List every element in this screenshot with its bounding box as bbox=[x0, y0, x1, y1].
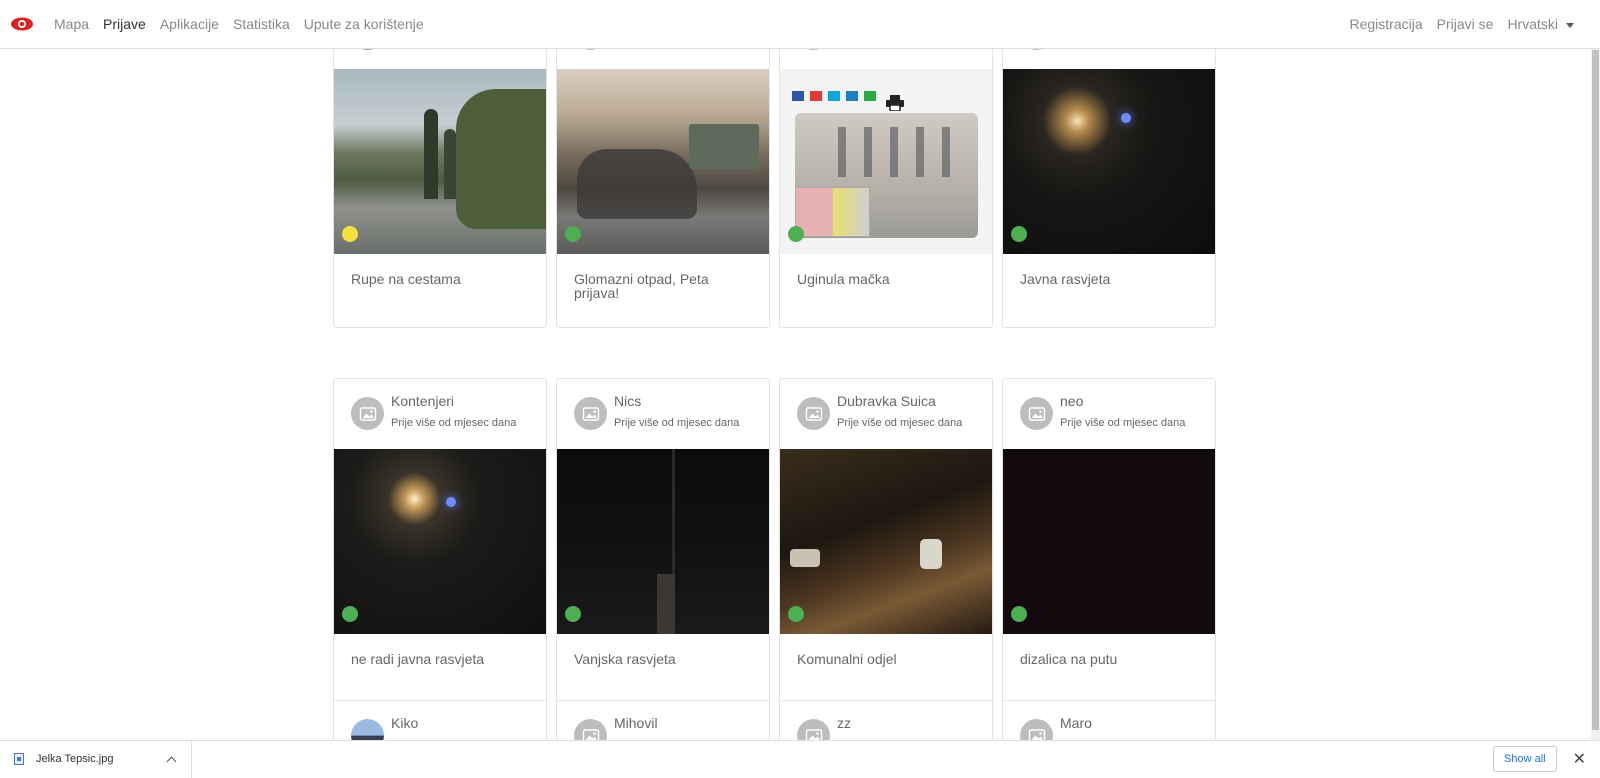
card-title[interactable]: Glomazni otpad, Peta prijava! bbox=[557, 254, 769, 327]
card-author: Kiko bbox=[391, 715, 419, 731]
language-dropdown[interactable]: Hrvatski bbox=[1507, 16, 1574, 32]
caret-down-icon bbox=[1566, 22, 1574, 28]
avatar-placeholder-icon bbox=[797, 397, 830, 430]
download-file-name: Jelka Tepsic.jpg bbox=[36, 753, 114, 765]
card-photo[interactable] bbox=[557, 69, 769, 254]
status-dot bbox=[788, 606, 804, 622]
status-dot bbox=[565, 606, 581, 622]
card-photo[interactable] bbox=[557, 449, 769, 634]
status-dot bbox=[1011, 606, 1027, 622]
card-author: neo bbox=[1060, 393, 1084, 409]
card-header: Nics Prije više od mjesec dana bbox=[557, 379, 769, 449]
card-title[interactable]: Javna rasvjeta bbox=[1003, 254, 1215, 327]
card-author: Dubravka Suica bbox=[837, 393, 936, 409]
card-author: Maro bbox=[1060, 715, 1092, 731]
image-file-icon bbox=[14, 753, 24, 765]
status-dot bbox=[342, 606, 358, 622]
avatar-placeholder-icon bbox=[1020, 397, 1053, 430]
card-author: zz bbox=[837, 715, 851, 731]
nav-link-prijave[interactable]: Prijave bbox=[103, 16, 146, 32]
card-title[interactable]: ne radi javna rasvjeta bbox=[334, 634, 546, 707]
chevron-up-icon[interactable] bbox=[166, 756, 177, 766]
avatar-placeholder-icon bbox=[351, 397, 384, 430]
report-card[interactable]: Dubravka Suica Prije više od mjesec dana K… bbox=[779, 378, 993, 708]
download-bar: Jelka Tepsic.jpg Show all ✕ bbox=[0, 740, 1600, 778]
status-dot bbox=[565, 226, 581, 242]
card-time: Prije više od mjesec dana bbox=[391, 417, 517, 429]
close-icon[interactable]: ✕ bbox=[1573, 749, 1586, 769]
card-title[interactable]: Uginula mačka bbox=[780, 254, 992, 327]
card-author: Kontenjeri bbox=[391, 393, 455, 409]
language-label: Hrvatski bbox=[1507, 16, 1558, 32]
card-photo[interactable] bbox=[1003, 69, 1215, 254]
eye-logo-icon[interactable] bbox=[10, 17, 34, 31]
report-card[interactable]: KontenjeriPrije više od mjesec danaJavna… bbox=[1002, 0, 1216, 328]
card-author: Mihovil bbox=[614, 715, 658, 731]
page-scrollbar[interactable] bbox=[1591, 0, 1600, 740]
color-swatches bbox=[792, 91, 876, 101]
printer-icon[interactable] bbox=[885, 95, 905, 111]
navbar-right: Registracija Prijavi se Hrvatski bbox=[1336, 16, 1574, 32]
nav-link-mapa[interactable]: Mapa bbox=[54, 16, 89, 32]
nav-link-aplikacije[interactable]: Aplikacije bbox=[160, 16, 219, 32]
card-title[interactable]: Vanjska rasvjeta bbox=[557, 634, 769, 707]
card-header: Dubravka Suica Prije više od mjesec dana bbox=[780, 379, 992, 449]
color-swatch[interactable] bbox=[810, 91, 822, 101]
card-header: Kontenjeri Prije više od mjesec dana bbox=[334, 379, 546, 449]
show-all-button[interactable]: Show all bbox=[1493, 746, 1557, 772]
top-navbar: Mapa Prijave Aplikacije Statistika Upute… bbox=[0, 0, 1600, 49]
card-photo[interactable] bbox=[1003, 449, 1215, 634]
nav-link-prijavi-se[interactable]: Prijavi se bbox=[1437, 16, 1494, 32]
color-swatch[interactable] bbox=[828, 91, 840, 101]
color-swatch[interactable] bbox=[864, 91, 876, 101]
card-time: Prije više od mjesec dana bbox=[837, 417, 963, 429]
card-photo[interactable] bbox=[780, 69, 992, 254]
report-card[interactable]: neo Prije više od mjesec dana dizalica na … bbox=[1002, 378, 1216, 708]
card-title[interactable]: Komunalni odjel bbox=[780, 634, 992, 707]
report-card[interactable]: KontenjeriPrije više od mjesec danaGloma… bbox=[556, 0, 770, 328]
nav-link-registracija[interactable]: Registracija bbox=[1350, 16, 1423, 32]
card-header: neo Prije više od mjesec dana bbox=[1003, 379, 1215, 449]
card-title[interactable]: dizalica na putu bbox=[1003, 634, 1215, 707]
card-time: Prije više od mjesec dana bbox=[614, 417, 740, 429]
report-card[interactable]: Kontenjeri Prije više od mjesec dana ne ra… bbox=[333, 378, 547, 708]
card-time: Prije više od mjesec dana bbox=[1060, 417, 1186, 429]
card-author: Nics bbox=[614, 393, 642, 409]
download-item[interactable]: Jelka Tepsic.jpg bbox=[0, 740, 192, 778]
status-dot bbox=[342, 226, 358, 242]
card-photo[interactable] bbox=[334, 449, 546, 634]
card-photo[interactable] bbox=[334, 69, 546, 254]
color-swatch[interactable] bbox=[846, 91, 858, 101]
avatar-placeholder-icon bbox=[574, 397, 607, 430]
card-title[interactable]: Rupe na cestama bbox=[334, 254, 546, 327]
report-card[interactable]: Nics Prije više od mjesec dana Vanjska ras… bbox=[556, 378, 770, 708]
card-photo[interactable] bbox=[780, 449, 992, 634]
status-dot bbox=[1011, 226, 1027, 242]
color-swatch[interactable] bbox=[792, 91, 804, 101]
status-dot bbox=[788, 226, 804, 242]
report-card[interactable]: KontrolaPrije više od mjesec danaUginula… bbox=[779, 0, 993, 328]
report-card[interactable]: ŠumetPrije više od mjesec danaRupe na ce… bbox=[333, 0, 547, 328]
nav-link-statistika[interactable]: Statistika bbox=[233, 16, 290, 32]
scrollbar-thumb[interactable] bbox=[1592, 50, 1599, 730]
nav-link-upute[interactable]: Upute za korištenje bbox=[304, 16, 424, 32]
